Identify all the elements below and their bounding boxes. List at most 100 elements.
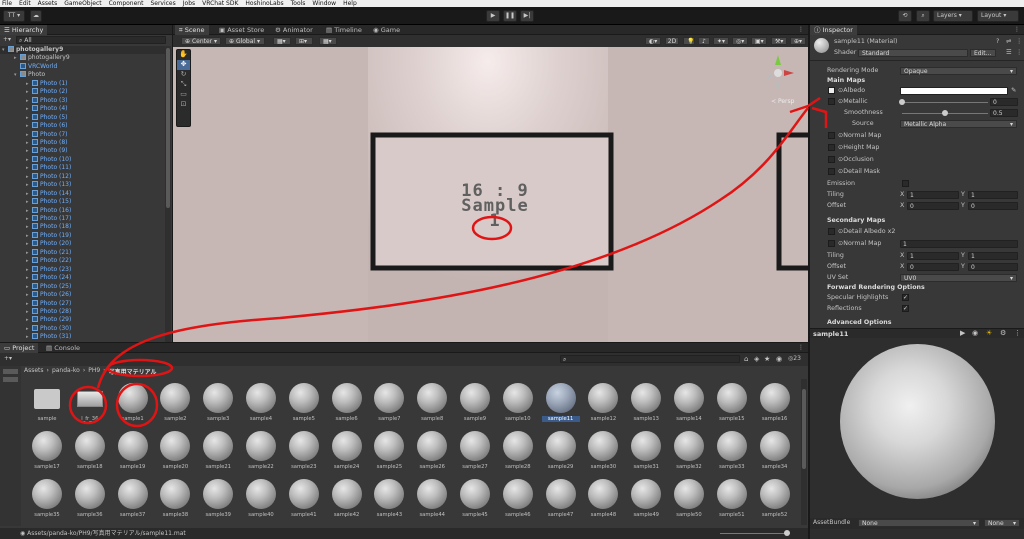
hierarchy-item[interactable]: ▸ Photo (29): [0, 316, 165, 324]
tab-project[interactable]: ▭ Project: [0, 343, 39, 353]
asset-item[interactable]: sample45: [456, 479, 494, 525]
more-icon[interactable]: ⋮: [1014, 329, 1021, 337]
tools-dropdown[interactable]: ⚒▾: [771, 37, 787, 45]
pivot-dropdown[interactable]: ⊕ Center ▾: [181, 37, 221, 45]
view-tool-icon[interactable]: ✋: [177, 50, 190, 60]
asset-item[interactable]: sample44: [413, 479, 451, 525]
asset-item[interactable]: sample21: [199, 431, 237, 477]
more-icon[interactable]: ⋮: [1014, 26, 1020, 33]
menu-item[interactable]: Assets: [38, 0, 58, 7]
persp-label[interactable]: ≺ Persp: [771, 98, 794, 105]
camera-dropdown[interactable]: ▣▾: [751, 37, 767, 45]
move-tool-icon[interactable]: ✥: [177, 60, 190, 70]
smoothness-value-field[interactable]: 0.5: [990, 109, 1018, 117]
hierarchy-item[interactable]: ▾ photogallery9: [0, 46, 165, 55]
menu-item[interactable]: Jobs: [183, 0, 195, 7]
grid-snap-dropdown[interactable]: ▦▾: [273, 37, 291, 45]
detail-mask-slot[interactable]: [828, 168, 835, 175]
tab-animator[interactable]: ⚙ Animator: [271, 25, 317, 35]
add-icon[interactable]: +▾: [4, 355, 12, 362]
asset-item[interactable]: sample5: [285, 383, 323, 429]
hierarchy-scrollbar[interactable]: [165, 46, 171, 342]
rect-tool-icon[interactable]: ▭: [177, 90, 190, 100]
asset-item[interactable]: sample28: [499, 431, 537, 477]
favorite-icon[interactable]: ★: [764, 355, 770, 363]
asset-item[interactable]: sample18: [71, 431, 109, 477]
specular-highlights-checkbox[interactable]: ✓: [902, 294, 909, 301]
uv-set-dropdown[interactable]: UV0 ▾: [900, 274, 1017, 282]
breadcrumb-material-folder[interactable]: 写真用マテリアル: [109, 367, 157, 376]
asset-item[interactable]: sample3: [199, 383, 237, 429]
hierarchy-item[interactable]: ▸ Photo (21): [0, 248, 165, 257]
asset-item[interactable]: sample13: [627, 383, 665, 429]
asset-item[interactable]: sample42: [328, 479, 366, 525]
source-dropdown[interactable]: Metallic Alpha ▾: [900, 120, 1017, 128]
asset-item[interactable]: sample30: [584, 431, 622, 477]
normal-map2-field[interactable]: 1: [900, 240, 1018, 248]
asset-item[interactable]: sample14: [670, 383, 708, 429]
height-map-slot[interactable]: [828, 144, 835, 151]
layout-dropdown[interactable]: Layout ▾: [977, 10, 1019, 22]
hierarchy-item[interactable]: ▸ Photo (17): [0, 215, 165, 223]
asset-item[interactable]: sample43: [370, 479, 408, 525]
hierarchy-item[interactable]: ▸ Photo (6): [0, 122, 165, 130]
hierarchy-item[interactable]: ▸ Photo (15): [0, 198, 165, 206]
asset-item[interactable]: sample50: [670, 479, 708, 525]
hierarchy-item[interactable]: ▸ Photo (11): [0, 164, 165, 172]
menu-item[interactable]: Services: [150, 0, 175, 7]
photo-frame-2[interactable]: [776, 132, 808, 271]
breadcrumb-assets[interactable]: Assets: [24, 367, 44, 375]
breadcrumb-ph9[interactable]: PH9: [88, 367, 100, 375]
metallic-slider[interactable]: [902, 102, 988, 103]
list-icon[interactable]: ☰: [1006, 48, 1012, 58]
smoothness-slider-handle[interactable]: [942, 110, 948, 116]
emission-checkbox[interactable]: [902, 180, 909, 187]
asset-item[interactable]: sample35: [28, 479, 66, 525]
asset-item[interactable]: sample11: [541, 383, 580, 429]
lighting-toggle[interactable]: 💡: [683, 37, 695, 45]
tiling2-y-field[interactable]: 1: [968, 252, 1018, 260]
hierarchy-item[interactable]: ▸ Photo (4): [0, 105, 165, 113]
asset-item[interactable]: sample: [28, 383, 66, 429]
hierarchy-item[interactable]: ▸ Photo (5): [0, 113, 165, 122]
menu-icon[interactable]: ⋮: [1016, 37, 1022, 47]
scene-viewport[interactable]: 16 : 9 Sample 1 ✋ ✥ ↻ ⤡ ▭ ⊡ ≺ Persp: [173, 47, 808, 342]
albedo-color-field[interactable]: [900, 87, 1008, 95]
icon-size-slider-handle[interactable]: [784, 530, 790, 536]
sphere-shape-icon[interactable]: ◉: [972, 329, 978, 337]
icon-size-slider[interactable]: [720, 533, 790, 534]
search-icon[interactable]: ⌕: [916, 10, 930, 22]
hierarchy-item[interactable]: ▸ Photo (18): [0, 223, 165, 231]
tab-timeline[interactable]: ▤ Timeline: [322, 25, 366, 35]
effects-dropdown[interactable]: ✦▾: [713, 37, 729, 45]
tiling2-x-field[interactable]: 1: [907, 252, 959, 260]
asset-item[interactable]: sample27: [456, 431, 494, 477]
transform-tool-icon[interactable]: ⊡: [177, 100, 190, 110]
space-dropdown[interactable]: ⊕ Global ▾: [225, 37, 265, 45]
offset-y-field[interactable]: 0: [968, 202, 1018, 210]
preset-icon[interactable]: ⇌: [1006, 37, 1011, 47]
hierarchy-item[interactable]: ▸ Photo (23): [0, 265, 165, 274]
layers-dropdown[interactable]: Layers ▾: [933, 10, 973, 22]
normal-map-slot[interactable]: [828, 132, 835, 139]
snap-increment-dropdown[interactable]: ⊞▾: [295, 37, 313, 45]
hierarchy-item[interactable]: ▸ Photo (16): [0, 206, 165, 215]
offset2-x-field[interactable]: 0: [907, 263, 959, 271]
rotate-tool-icon[interactable]: ↻: [177, 70, 190, 80]
project-search-input[interactable]: ⌕: [560, 355, 740, 363]
asset-item[interactable]: l_fr_36: [71, 383, 109, 429]
assetbundle-dropdown[interactable]: None ▾: [858, 519, 980, 527]
menu-item[interactable]: Window: [312, 0, 336, 7]
normal-map2-slot[interactable]: [828, 240, 835, 247]
asset-item[interactable]: sample40: [242, 479, 280, 525]
hierarchy-item[interactable]: ▾ Photo: [0, 71, 165, 79]
asset-item[interactable]: sample32: [670, 431, 708, 477]
hidden-packages-icon[interactable]: ◉: [776, 355, 782, 363]
filter-type-icon[interactable]: ⌂: [744, 355, 748, 363]
breadcrumb-panda-ko[interactable]: panda-ko: [52, 367, 80, 375]
account-dropdown[interactable]: TT ▾: [3, 10, 25, 22]
tab-inspector[interactable]: ⓘ Inspector: [810, 25, 857, 35]
asset-item[interactable]: sample48: [584, 479, 622, 525]
tab-hierarchy[interactable]: ☰ Hierarchy: [0, 25, 48, 35]
asset-item[interactable]: sample1: [114, 383, 152, 429]
